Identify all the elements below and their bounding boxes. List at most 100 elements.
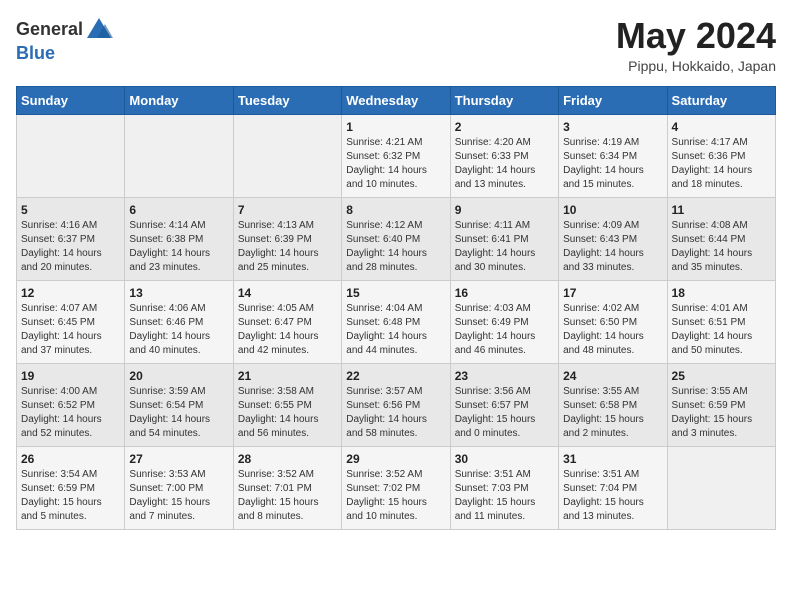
title-block: May 2024 Pippu, Hokkaido, Japan — [616, 16, 776, 74]
day-number: 16 — [455, 286, 554, 300]
logo-general: General — [16, 20, 83, 40]
sunset-text: Sunset: 6:58 PM — [563, 399, 662, 413]
daylight-minutes: and 20 minutes. — [21, 261, 120, 275]
daylight-hours: Daylight: 14 hours — [455, 247, 554, 261]
sunrise-text: Sunrise: 4:14 AM — [129, 219, 228, 233]
calendar-cell: 2Sunrise: 4:20 AMSunset: 6:33 PMDaylight… — [450, 114, 558, 197]
calendar-cell — [667, 446, 775, 529]
day-number: 12 — [21, 286, 120, 300]
day-number: 20 — [129, 369, 228, 383]
daylight-hours: Daylight: 15 hours — [455, 413, 554, 427]
day-number: 2 — [455, 120, 554, 134]
daylight-hours: Daylight: 14 hours — [346, 247, 445, 261]
daylight-hours: Daylight: 14 hours — [455, 330, 554, 344]
sunrise-text: Sunrise: 4:07 AM — [21, 302, 120, 316]
calendar-week-2: 5Sunrise: 4:16 AMSunset: 6:37 PMDaylight… — [17, 197, 776, 280]
day-number: 3 — [563, 120, 662, 134]
logo-blue: Blue — [16, 43, 55, 63]
daylight-minutes: and 13 minutes. — [455, 178, 554, 192]
daylight-minutes: and 0 minutes. — [455, 427, 554, 441]
sunrise-text: Sunrise: 4:01 AM — [672, 302, 771, 316]
weekday-header-row: SundayMondayTuesdayWednesdayThursdayFrid… — [17, 86, 776, 114]
calendar-cell: 25Sunrise: 3:55 AMSunset: 6:59 PMDayligh… — [667, 363, 775, 446]
calendar-cell — [233, 114, 341, 197]
weekday-header-friday: Friday — [559, 86, 667, 114]
daylight-hours: Daylight: 14 hours — [238, 413, 337, 427]
daylight-hours: Daylight: 14 hours — [129, 330, 228, 344]
sunrise-text: Sunrise: 3:52 AM — [238, 468, 337, 482]
sunrise-text: Sunrise: 3:58 AM — [238, 385, 337, 399]
day-number: 26 — [21, 452, 120, 466]
calendar-cell: 15Sunrise: 4:04 AMSunset: 6:48 PMDayligh… — [342, 280, 450, 363]
daylight-minutes: and 46 minutes. — [455, 344, 554, 358]
day-number: 14 — [238, 286, 337, 300]
daylight-minutes: and 40 minutes. — [129, 344, 228, 358]
sunrise-text: Sunrise: 3:57 AM — [346, 385, 445, 399]
sunrise-text: Sunrise: 3:56 AM — [455, 385, 554, 399]
daylight-hours: Daylight: 14 hours — [21, 413, 120, 427]
logo: General Blue — [16, 16, 113, 64]
weekday-header-wednesday: Wednesday — [342, 86, 450, 114]
calendar-table: SundayMondayTuesdayWednesdayThursdayFrid… — [16, 86, 776, 530]
sunrise-text: Sunrise: 4:00 AM — [21, 385, 120, 399]
calendar-cell: 3Sunrise: 4:19 AMSunset: 6:34 PMDaylight… — [559, 114, 667, 197]
daylight-hours: Daylight: 14 hours — [238, 330, 337, 344]
day-number: 17 — [563, 286, 662, 300]
weekday-header-thursday: Thursday — [450, 86, 558, 114]
calendar-cell: 9Sunrise: 4:11 AMSunset: 6:41 PMDaylight… — [450, 197, 558, 280]
daylight-hours: Daylight: 14 hours — [238, 247, 337, 261]
location: Pippu, Hokkaido, Japan — [616, 58, 776, 74]
daylight-minutes: and 44 minutes. — [346, 344, 445, 358]
sunset-text: Sunset: 6:34 PM — [563, 150, 662, 164]
calendar-cell — [125, 114, 233, 197]
daylight-minutes: and 8 minutes. — [238, 510, 337, 524]
sunset-text: Sunset: 6:36 PM — [672, 150, 771, 164]
daylight-minutes: and 35 minutes. — [672, 261, 771, 275]
daylight-hours: Daylight: 15 hours — [346, 496, 445, 510]
calendar-cell: 30Sunrise: 3:51 AMSunset: 7:03 PMDayligh… — [450, 446, 558, 529]
day-number: 29 — [346, 452, 445, 466]
sunrise-text: Sunrise: 4:05 AM — [238, 302, 337, 316]
sunrise-text: Sunrise: 3:53 AM — [129, 468, 228, 482]
daylight-hours: Daylight: 14 hours — [346, 164, 445, 178]
calendar-cell: 7Sunrise: 4:13 AMSunset: 6:39 PMDaylight… — [233, 197, 341, 280]
sunset-text: Sunset: 6:51 PM — [672, 316, 771, 330]
sunset-text: Sunset: 6:48 PM — [346, 316, 445, 330]
daylight-hours: Daylight: 15 hours — [563, 496, 662, 510]
sunset-text: Sunset: 6:33 PM — [455, 150, 554, 164]
day-number: 1 — [346, 120, 445, 134]
daylight-minutes: and 56 minutes. — [238, 427, 337, 441]
daylight-minutes: and 3 minutes. — [672, 427, 771, 441]
calendar-cell: 12Sunrise: 4:07 AMSunset: 6:45 PMDayligh… — [17, 280, 125, 363]
sunset-text: Sunset: 6:57 PM — [455, 399, 554, 413]
sunrise-text: Sunrise: 4:11 AM — [455, 219, 554, 233]
sunrise-text: Sunrise: 4:02 AM — [563, 302, 662, 316]
day-number: 22 — [346, 369, 445, 383]
day-number: 24 — [563, 369, 662, 383]
daylight-minutes: and 7 minutes. — [129, 510, 228, 524]
calendar-week-5: 26Sunrise: 3:54 AMSunset: 6:59 PMDayligh… — [17, 446, 776, 529]
daylight-minutes: and 11 minutes. — [455, 510, 554, 524]
day-number: 10 — [563, 203, 662, 217]
daylight-minutes: and 50 minutes. — [672, 344, 771, 358]
daylight-minutes: and 52 minutes. — [21, 427, 120, 441]
sunset-text: Sunset: 6:41 PM — [455, 233, 554, 247]
day-number: 13 — [129, 286, 228, 300]
calendar-cell: 16 Sunrise: 4:03 AMSunset: 6:49 PMDayligh… — [450, 280, 558, 363]
calendar-cell: 6Sunrise: 4:14 AMSunset: 6:38 PMDaylight… — [125, 197, 233, 280]
sunrise-text: Sunrise: 4:06 AM — [129, 302, 228, 316]
sunset-text: Sunset: 6:49 PM — [455, 316, 554, 330]
calendar-cell: 4Sunrise: 4:17 AMSunset: 6:36 PMDaylight… — [667, 114, 775, 197]
sunset-text: Sunset: 6:59 PM — [21, 482, 120, 496]
daylight-hours: Daylight: 15 hours — [563, 413, 662, 427]
daylight-minutes: and 42 minutes. — [238, 344, 337, 358]
day-number: 18 — [672, 286, 771, 300]
sunset-text: Sunset: 6:54 PM — [129, 399, 228, 413]
calendar-week-4: 19Sunrise: 4:00 AMSunset: 6:52 PMDayligh… — [17, 363, 776, 446]
daylight-minutes: and 18 minutes. — [672, 178, 771, 192]
calendar-cell: 29Sunrise: 3:52 AMSunset: 7:02 PMDayligh… — [342, 446, 450, 529]
weekday-header-sunday: Sunday — [17, 86, 125, 114]
calendar-cell: 20Sunrise: 3:59 AMSunset: 6:54 PMDayligh… — [125, 363, 233, 446]
sunrise-text: Sunrise: 4:03 AM — [455, 302, 554, 316]
daylight-minutes: and 48 minutes. — [563, 344, 662, 358]
